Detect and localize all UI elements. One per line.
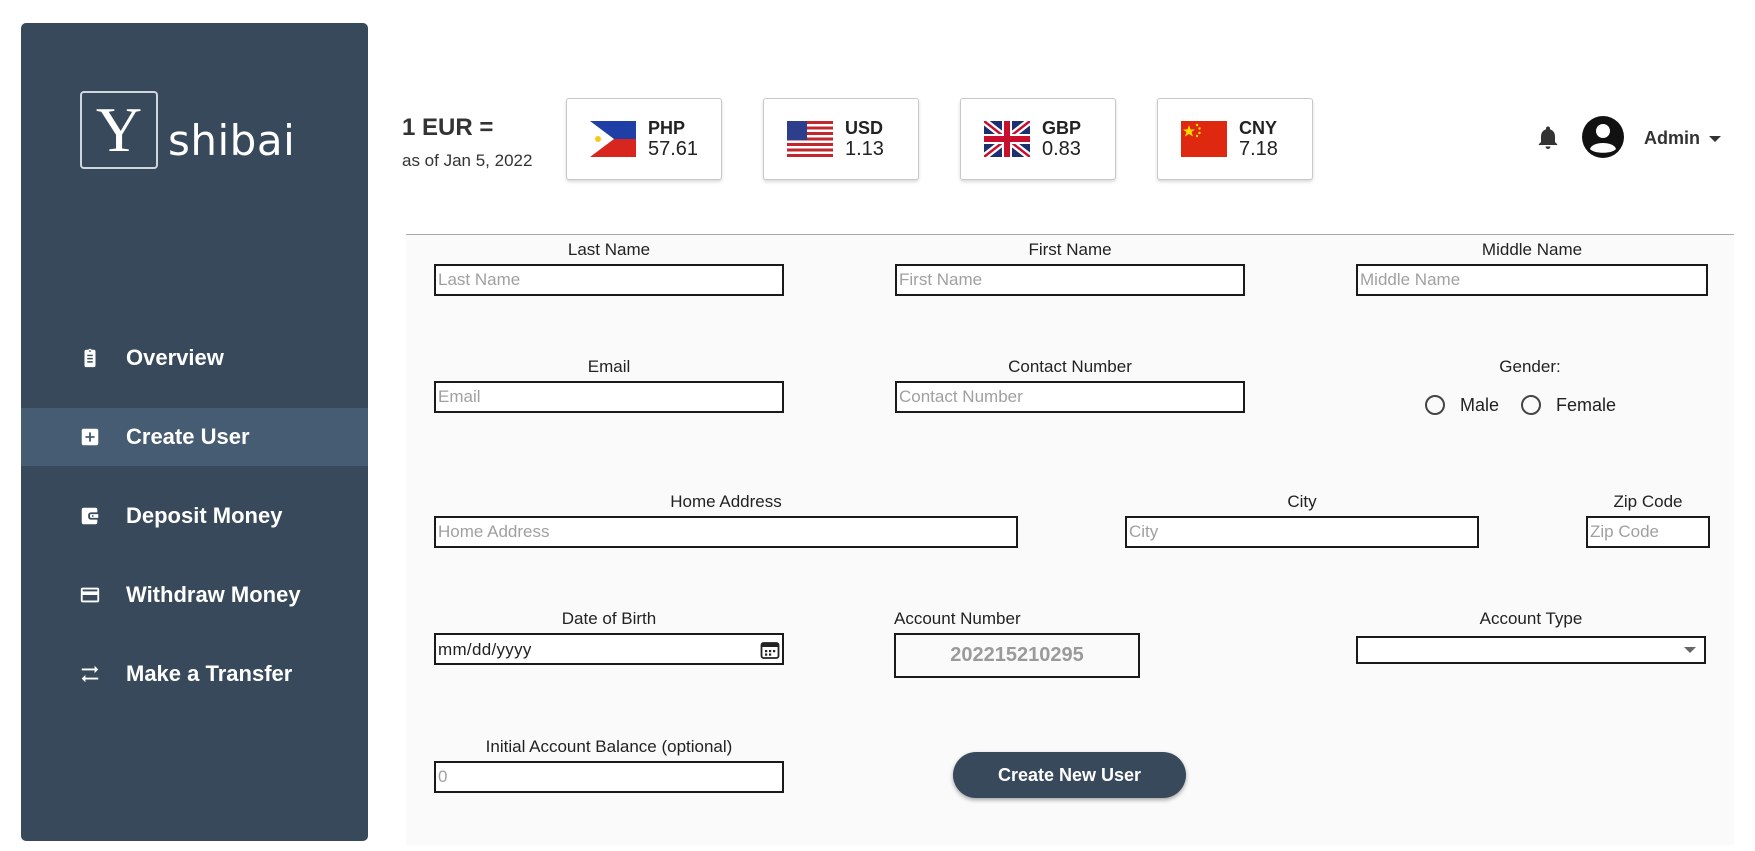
- user-menu[interactable]: Admin: [1644, 128, 1721, 149]
- sidebar: Y shibai Overview Create User Deposit Mo…: [21, 23, 368, 841]
- clipboard-icon: [78, 346, 102, 370]
- account-type-select[interactable]: [1356, 636, 1706, 664]
- email-label: Email: [587, 357, 631, 376]
- sidebar-item-deposit-money[interactable]: Deposit Money: [21, 487, 368, 545]
- date-of-birth-placeholder: mm/dd/yyyy: [438, 640, 532, 659]
- gender-female-label: Female: [1556, 395, 1617, 415]
- home-address-input[interactable]: [434, 516, 1018, 548]
- sidebar-item-make-a-transfer[interactable]: Make a Transfer: [21, 645, 368, 703]
- city-label: City: [1287, 492, 1317, 511]
- currency-value: 7.18: [1239, 138, 1278, 160]
- plus-square-icon: [78, 425, 102, 449]
- uk-flag-icon: [984, 121, 1030, 157]
- currency-code: CNY: [1239, 118, 1278, 138]
- account-number-field: 202215210295: [894, 633, 1140, 678]
- sidebar-item-label: Withdraw Money: [126, 582, 301, 607]
- sidebar-item-label: Create User: [126, 424, 250, 449]
- wallet-icon: [78, 504, 102, 528]
- middle-name-label: Middle Name: [1481, 240, 1583, 259]
- zip-code-label: Zip Code: [1613, 492, 1683, 511]
- currency-value: 57.61: [648, 138, 699, 160]
- transfer-arrows-icon: [78, 662, 102, 686]
- create-new-user-button[interactable]: Create New User: [953, 752, 1186, 798]
- first-name-input[interactable]: [895, 264, 1245, 296]
- contact-number-label: Contact Number: [1008, 357, 1132, 376]
- date-of-birth-label: Date of Birth: [561, 609, 657, 628]
- last-name-input[interactable]: [434, 264, 784, 296]
- sidebar-nav: Overview Create User Deposit Money Withd…: [21, 329, 368, 724]
- initial-balance-label: Initial Account Balance (optional): [485, 737, 733, 756]
- sidebar-item-create-user[interactable]: Create User: [21, 408, 368, 466]
- currency-code: PHP: [648, 118, 686, 138]
- account-type-label: Account Type: [1479, 609, 1583, 628]
- account-number-label: Account Number: [894, 609, 1021, 628]
- city-input[interactable]: [1125, 516, 1479, 548]
- calendar-icon[interactable]: [760, 640, 780, 660]
- initial-balance-input[interactable]: [434, 761, 784, 793]
- gender-male-label: Male: [1460, 395, 1500, 415]
- gender-female-radio[interactable]: [1521, 395, 1541, 415]
- currency-code: GBP: [1042, 118, 1082, 138]
- zip-code-input[interactable]: [1586, 516, 1710, 548]
- sidebar-item-label: Make a Transfer: [126, 661, 293, 686]
- first-name-label: First Name: [1028, 240, 1112, 259]
- avatar-icon[interactable]: [1582, 116, 1624, 158]
- sidebar-item-overview[interactable]: Overview: [21, 329, 368, 387]
- home-address-label: Home Address: [670, 492, 782, 511]
- date-of-birth-input[interactable]: mm/dd/yyyy: [434, 633, 784, 665]
- currency-value: 1.13: [845, 138, 884, 160]
- gender-male-radio[interactable]: [1425, 395, 1445, 415]
- bell-icon[interactable]: [1536, 125, 1560, 151]
- gender-label: Gender:: [1499, 357, 1561, 376]
- chevron-down-icon: [1709, 135, 1721, 142]
- rate-card-cny: CNY 7.18: [1157, 98, 1313, 180]
- currency-code: USD: [845, 118, 884, 138]
- user-label: Admin: [1644, 128, 1700, 148]
- rate-title: 1 EUR =: [402, 114, 494, 141]
- sidebar-item-withdraw-money[interactable]: Withdraw Money: [21, 566, 368, 624]
- middle-name-input[interactable]: [1356, 264, 1708, 296]
- logo: Y shibai: [80, 91, 295, 169]
- credit-card-icon: [78, 583, 102, 607]
- contact-number-input[interactable]: [895, 381, 1245, 413]
- china-flag-icon: [1181, 121, 1227, 157]
- rate-card-php: PHP 57.61: [566, 98, 722, 180]
- chevron-down-icon: [1684, 647, 1696, 653]
- last-name-label: Last Name: [567, 240, 651, 259]
- philippines-flag-icon: [590, 121, 636, 157]
- email-input[interactable]: [434, 381, 784, 413]
- rate-date: as of Jan 5, 2022: [402, 151, 533, 170]
- currency-value: 0.83: [1042, 138, 1081, 160]
- us-flag-icon: [787, 121, 833, 157]
- sidebar-item-label: Deposit Money: [126, 503, 283, 528]
- rate-card-gbp: GBP 0.83: [960, 98, 1116, 180]
- logo-mark: Y: [80, 91, 158, 169]
- logo-text: shibai: [168, 115, 296, 165]
- rate-card-usd: USD 1.13: [763, 98, 919, 180]
- sidebar-item-label: Overview: [126, 345, 224, 370]
